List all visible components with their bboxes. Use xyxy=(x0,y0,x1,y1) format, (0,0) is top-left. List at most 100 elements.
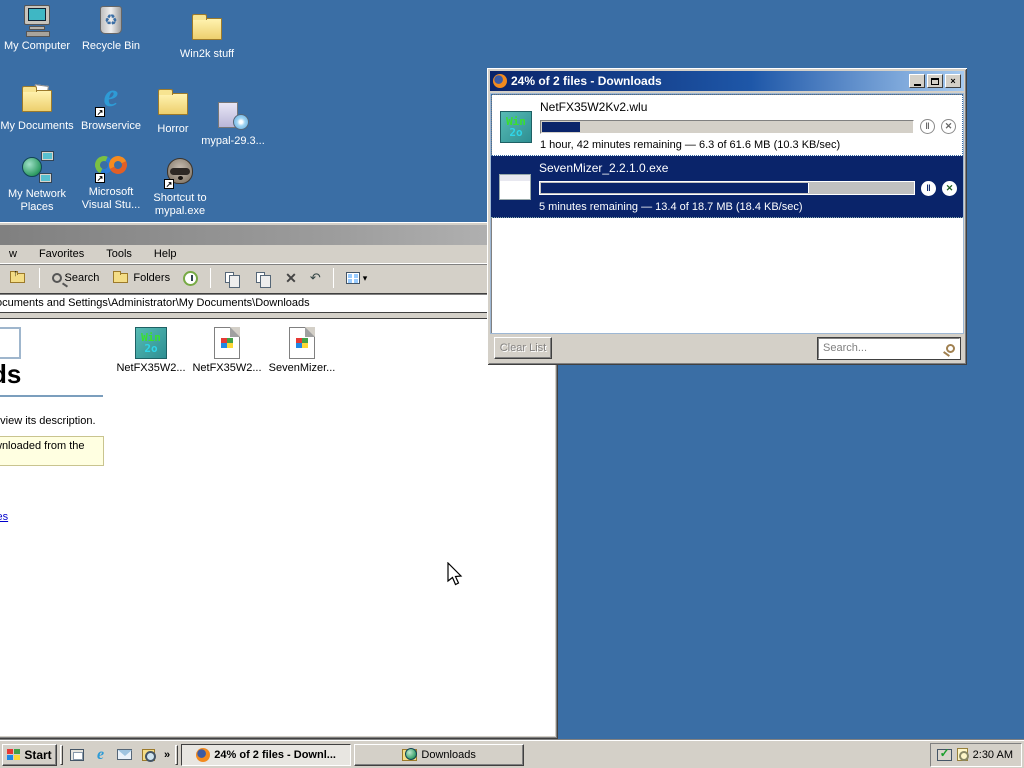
desktop-icon-recycle-bin[interactable]: ♻ Recycle Bin xyxy=(74,3,148,53)
downloads-list: Win 2o NetFX35W2Kv2.wlu ‖ ✕ 1 hour, 42 mi… xyxy=(490,93,964,334)
my-documents-icon xyxy=(20,83,54,117)
firefox-icon xyxy=(493,74,507,88)
clear-list-button[interactable]: Clear List xyxy=(494,337,552,359)
tray-viewer-icon[interactable] xyxy=(956,748,969,761)
delete-button[interactable]: ✕ xyxy=(281,266,301,290)
download-progress-bar xyxy=(540,119,914,134)
copy-to-button[interactable] xyxy=(250,266,276,290)
address-text: ocuments and Settings\Administrator\My D… xyxy=(0,297,310,309)
desktop-icon-label: My Computer xyxy=(3,40,71,52)
download-item-netfx[interactable]: Win 2o NetFX35W2Kv2.wlu ‖ ✕ 1 hour, 42 mi… xyxy=(491,94,963,156)
desktop-icon-label: Shortcut to mypal.exe xyxy=(153,192,207,217)
win2o-file-icon: Win 2o xyxy=(135,327,167,359)
download-status: 5 minutes remaining — 13.4 of 18.7 MB (1… xyxy=(539,201,803,213)
taskbar-button-downloads-folder[interactable]: Downloads xyxy=(354,743,525,766)
taskbar-handle[interactable] xyxy=(175,744,179,765)
explorer-window: w Favorites Tools Help ▾ ↑ Search Folder… xyxy=(0,222,558,739)
up-button[interactable]: ↑ xyxy=(5,266,31,290)
start-button[interactable]: Start xyxy=(2,743,57,766)
close-button[interactable]: × xyxy=(945,74,961,88)
setup-file-icon xyxy=(214,327,240,359)
file-sevenmizer[interactable]: SevenMizer... xyxy=(265,327,339,374)
webview-link-fragment[interactable]: ces xyxy=(0,511,8,523)
desktop-icon-my-documents[interactable]: My Documents xyxy=(0,83,74,133)
taskbar-button-downloads-progress[interactable]: 24% of 2 files - Downl... xyxy=(181,743,352,766)
webview-folder-title-fragment: ds xyxy=(0,359,22,389)
maximize-button[interactable] xyxy=(927,74,943,88)
search-button[interactable]: Search xyxy=(48,266,104,290)
recycle-bin-icon: ♻ xyxy=(94,3,128,37)
desktop-icon-label: My Network Places xyxy=(7,188,67,213)
windows-flag-icon xyxy=(7,748,21,761)
webview-divider xyxy=(0,395,103,397)
task-button-label: Downloads xyxy=(421,748,476,761)
taskbar-clock: 2:30 AM xyxy=(972,748,1013,761)
undo-button[interactable]: ↶ xyxy=(306,266,325,290)
cancel-download-button[interactable]: ✕ xyxy=(941,119,956,134)
file-label: NetFX35W2... xyxy=(192,362,262,374)
task-button-label: 24% of 2 files - Downl... xyxy=(214,748,336,761)
taskbar: Start e » 24% of 2 files - Downl... Down… xyxy=(0,740,1024,768)
downloads-window-title: 24% of 2 files - Downloads xyxy=(511,74,662,88)
program-window-icon xyxy=(499,174,531,200)
outlook-express-icon[interactable] xyxy=(114,745,135,765)
desktop-icon-mypal-installer[interactable]: mypal-29.3... xyxy=(196,98,270,148)
downloads-search-input[interactable]: Search... xyxy=(817,336,961,360)
mouse-cursor xyxy=(447,562,463,586)
search-button-label: Search xyxy=(64,272,100,284)
quicklaunch-overflow-chevron[interactable]: » xyxy=(162,749,172,761)
toolbar-separator xyxy=(210,268,212,288)
tray-network-icon[interactable] xyxy=(936,746,952,761)
minimize-button[interactable] xyxy=(909,74,925,88)
file-label: NetFX35W2... xyxy=(116,362,186,374)
move-to-icon xyxy=(223,269,241,288)
desktop-icon-my-computer[interactable]: My Computer xyxy=(0,3,74,53)
up-folder-icon: ↑ xyxy=(9,268,27,287)
win2o-file-icon: Win 2o xyxy=(500,111,532,143)
internet-explorer-icon: e ↗ xyxy=(95,78,119,117)
setup-file-icon xyxy=(289,327,315,359)
menu-tools[interactable]: Tools xyxy=(106,248,132,260)
download-filename: SevenMizer_2.2.1.0.exe xyxy=(539,161,669,175)
download-item-sevenmizer[interactable]: SevenMizer_2.2.1.0.exe ‖ ✕ 5 minutes rem… xyxy=(491,156,963,218)
views-button[interactable]: ▾ xyxy=(342,266,372,290)
installer-icon xyxy=(216,98,250,132)
file-label: SevenMizer... xyxy=(268,362,336,374)
menu-help[interactable]: Help xyxy=(154,248,177,260)
file-netfx-wlu[interactable]: Win 2o NetFX35W2... xyxy=(114,327,188,374)
desktop-icon-label: Recycle Bin xyxy=(81,40,141,52)
history-button[interactable] xyxy=(179,266,202,290)
toolbar-separator xyxy=(332,268,334,288)
search-quicklaunch-icon[interactable] xyxy=(138,745,159,765)
move-to-button[interactable] xyxy=(219,266,245,290)
menu-view-partial[interactable]: w xyxy=(9,248,17,260)
web-folder-icon xyxy=(402,747,418,761)
download-filename: NetFX35W2Kv2.wlu xyxy=(540,100,648,114)
visual-studio-icon: ↗ xyxy=(92,149,130,183)
desktop-icon-label: My Documents xyxy=(0,120,74,132)
internet-explorer-quicklaunch-icon[interactable]: e xyxy=(90,745,111,765)
desktop-icon-shortcut-mypal[interactable]: ↗ Shortcut to mypal.exe xyxy=(143,155,217,218)
address-input[interactable]: ocuments and Settings\Administrator\My D… xyxy=(0,293,554,313)
pause-download-button[interactable]: ‖ xyxy=(920,119,935,134)
folders-button[interactable]: Folders xyxy=(108,266,174,290)
cancel-download-button[interactable]: ✕ xyxy=(942,180,957,196)
downloads-titlebar[interactable]: 24% of 2 files - Downloads × xyxy=(490,71,964,91)
webview-note-box: wnloaded from the xyxy=(0,436,104,466)
history-icon xyxy=(183,270,199,286)
network-places-icon xyxy=(20,151,54,185)
explorer-menubar: w Favorites Tools Help xyxy=(0,245,555,264)
views-icon xyxy=(345,272,360,284)
show-desktop-icon[interactable] xyxy=(66,745,87,765)
taskbar-handle[interactable] xyxy=(60,744,63,765)
desktop-icon-label: Microsoft Visual Stu... xyxy=(81,186,141,211)
desktop-icon-visual-studio[interactable]: ↗ Microsoft Visual Stu... xyxy=(74,149,148,212)
desktop-icon-win2k-stuff[interactable]: Win2k stuff xyxy=(170,11,244,61)
desktop-icon-my-network-places[interactable]: My Network Places xyxy=(0,151,74,214)
explorer-titlebar[interactable] xyxy=(0,225,555,245)
my-computer-icon xyxy=(20,3,54,37)
system-tray: 2:30 AM xyxy=(929,742,1022,767)
pause-download-button[interactable]: ‖ xyxy=(921,180,936,196)
file-netfx-exe[interactable]: NetFX35W2... xyxy=(190,327,264,374)
menu-favorites[interactable]: Favorites xyxy=(39,248,84,260)
